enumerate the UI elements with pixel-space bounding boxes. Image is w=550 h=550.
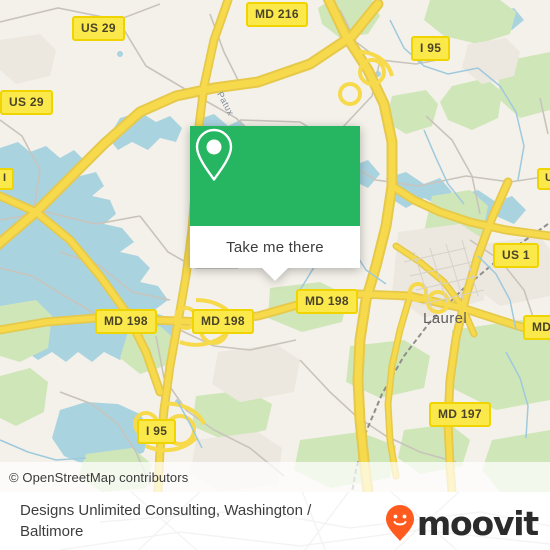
route-shield-right-edge[interactable]: U [537, 168, 550, 190]
route-shield-md-216[interactable]: MD 216 [246, 2, 308, 27]
route-shield-md-198-west[interactable]: MD 198 [95, 309, 157, 334]
route-shield-us-29-west[interactable]: US 29 [0, 90, 53, 115]
take-me-there-button[interactable]: Take me there [190, 226, 360, 268]
map-pin-icon [195, 128, 233, 181]
place-title: Designs Unlimited Consulting, Washington… [20, 502, 312, 540]
route-shield-md-198-mid[interactable]: MD 198 [192, 309, 254, 334]
route-shield-md-197[interactable]: MD 197 [429, 402, 491, 427]
route-shield-md-right-edge[interactable]: MD 1 [523, 315, 550, 340]
route-shield-us-1[interactable]: US 1 [493, 243, 539, 268]
screenshot-root: US 29 MD 216 I 95 US 29 I U US 1 MD 198 … [0, 0, 550, 550]
moovit-wordmark: moovit [416, 503, 539, 543]
popup-pointer [262, 268, 288, 281]
route-shield-i-95-south[interactable]: I 95 [137, 419, 177, 444]
route-shield-left-edge[interactable]: I [0, 168, 15, 190]
map-city-label-laurel: Laurel [423, 310, 468, 327]
footer-bar: Designs Unlimited Consulting, Washington… [0, 492, 550, 550]
map-attribution-bar: © OpenStreetMap contributors [0, 462, 550, 492]
moovit-pin-smile-icon [385, 505, 414, 541]
destination-popup[interactable]: Take me there [190, 126, 360, 281]
route-shield-md-198-east[interactable]: MD 198 [296, 289, 358, 314]
route-shield-i-95-north[interactable]: I 95 [411, 36, 451, 61]
route-shield-us-29-north[interactable]: US 29 [72, 16, 125, 41]
openstreetmap-attribution[interactable]: © OpenStreetMap contributors [0, 470, 188, 485]
moovit-logo[interactable]: moovit [385, 503, 539, 543]
map-canvas[interactable]: US 29 MD 216 I 95 US 29 I U US 1 MD 198 … [0, 0, 550, 492]
take-me-there-label: Take me there [226, 238, 324, 256]
popup-icon-area [190, 126, 360, 226]
